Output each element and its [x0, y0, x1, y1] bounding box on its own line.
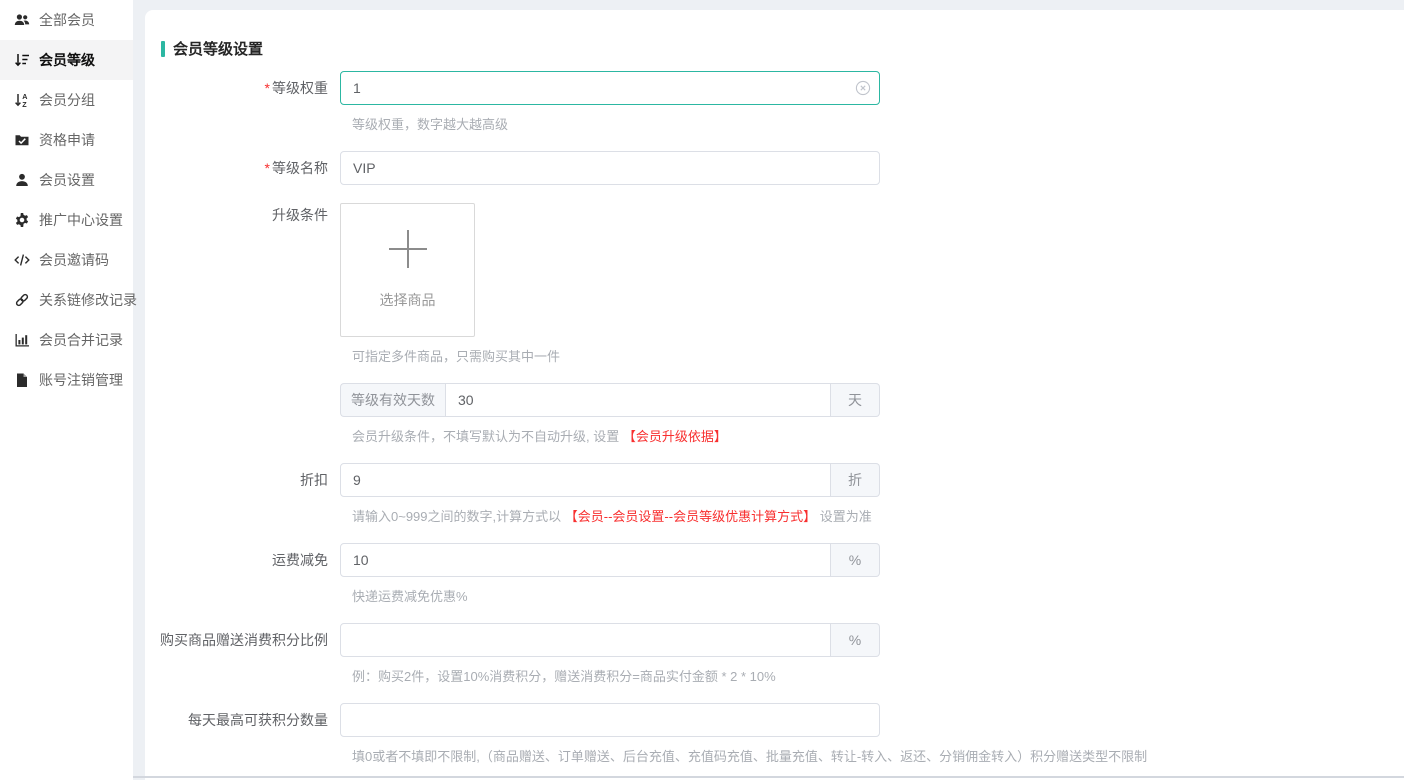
level-weight-input[interactable] [340, 71, 880, 105]
points-ratio-label: 购买商品赠送消费积分比例 [145, 623, 340, 657]
select-product-picker[interactable]: 选择商品 [340, 203, 475, 337]
points-daily-max-help: 填0或者不填即不限制,（商品赠送、订单赠送、后台充值、充值码充值、批量充值、转让… [352, 749, 1404, 765]
points-ratio-input[interactable] [340, 623, 831, 657]
sidebar-item-label: 会员邀请码 [39, 250, 109, 270]
sidebar-item-relationship-chain-records[interactable]: 关系链修改记录 [0, 280, 133, 320]
upgrade-basis-link[interactable]: 【会员升级依据】 [623, 429, 727, 444]
level-weight-label: *等级权重 [145, 71, 340, 105]
page-title: 会员等级设置 [173, 38, 263, 59]
sidebar-item-label: 会员设置 [39, 170, 95, 190]
points-ratio-unit: % [831, 623, 880, 657]
select-product-label: 选择商品 [380, 290, 436, 310]
approval-icon [14, 132, 30, 148]
points-daily-max-input[interactable] [340, 703, 880, 737]
sidebar-item-label: 关系链修改记录 [39, 290, 137, 310]
sidebar-item-label: 会员合并记录 [39, 330, 123, 350]
link-icon [14, 292, 30, 308]
shipping-discount-unit: % [831, 543, 880, 577]
shipping-discount-help: 快递运费减免优惠% [352, 589, 1404, 605]
valid-days-input[interactable] [445, 383, 831, 417]
discount-help: 请输入0~999之间的数字,计算方式以 【会员--会员设置--会员等级优惠计算方… [352, 509, 1404, 525]
sidebar-item-label: 会员分组 [39, 90, 95, 110]
discount-label: 折扣 [145, 463, 340, 497]
shipping-discount-label: 运费减免 [145, 543, 340, 577]
level-name-label: *等级名称 [145, 151, 340, 185]
plus-icon [389, 230, 427, 268]
valid-days-prepend: 等级有效天数 [340, 383, 445, 417]
sort-amount-icon [14, 52, 30, 68]
sidebar-item-label: 账号注销管理 [39, 370, 123, 390]
sidebar-item-member-settings[interactable]: 会员设置 [0, 160, 133, 200]
points-ratio-help: 例：购买2件，设置10%消费积分，赠送消费积分=商品实付金额 * 2 * 10% [352, 669, 1404, 685]
sidebar-item-label: 会员等级 [39, 50, 95, 70]
sidebar-item-qualification-application[interactable]: 资格申请 [0, 120, 133, 160]
level-name-input[interactable] [340, 151, 880, 185]
code-icon [14, 252, 30, 268]
sidebar-item-label: 资格申请 [39, 130, 95, 150]
level-weight-help: 等级权重，数字越大越高级 [352, 117, 1404, 133]
discount-input[interactable] [340, 463, 831, 497]
discount-unit: 折 [831, 463, 880, 497]
sidebar-item-all-members[interactable]: 全部会员 [0, 0, 133, 40]
sort-alpha-icon: AZ [14, 92, 30, 108]
discount-calc-link[interactable]: 【会员--会员设置--会员等级优惠计算方式】 [565, 509, 816, 524]
sidebar-item-account-cancellation[interactable]: 账号注销管理 [0, 360, 133, 400]
upgrade-condition-help: 可指定多件商品，只需购买其中一件 [352, 349, 1404, 365]
users-icon [14, 12, 30, 28]
valid-days-help: 会员升级条件，不填写默认为不自动升级, 设置 【会员升级依据】 [352, 429, 1404, 445]
sidebar: 全部会员 会员等级 AZ 会员分组 资格申请 会员设置 推广中心设置 [0, 0, 133, 780]
sidebar-item-member-merge-records[interactable]: 会员合并记录 [0, 320, 133, 360]
required-mark: * [265, 80, 270, 96]
bar-chart-icon [14, 332, 30, 348]
points-daily-max-label: 每天最高可获积分数量 [145, 703, 340, 737]
member-level-settings-panel: 会员等级设置 *等级权重 等级权重，数字越大越高级 *等级名称 升级条件 选择商… [145, 10, 1404, 780]
valid-days-unit: 天 [831, 383, 880, 417]
title-accent-bar [161, 41, 165, 57]
shipping-discount-input[interactable] [340, 543, 831, 577]
sidebar-item-label: 全部会员 [39, 10, 95, 30]
bottom-divider [133, 776, 1404, 778]
sidebar-item-member-groups[interactable]: AZ 会员分组 [0, 80, 133, 120]
required-mark: * [265, 160, 270, 176]
sidebar-item-member-invite-code[interactable]: 会员邀请码 [0, 240, 133, 280]
user-icon [14, 172, 30, 188]
sidebar-item-member-level[interactable]: 会员等级 [0, 40, 133, 80]
gear-icon [14, 212, 30, 228]
clear-icon[interactable] [855, 80, 871, 96]
svg-text:Z: Z [22, 100, 27, 108]
sidebar-item-promotion-center-settings[interactable]: 推广中心设置 [0, 200, 133, 240]
file-copy-icon [14, 372, 30, 388]
section-title: 会员等级设置 [161, 38, 1404, 59]
upgrade-condition-label: 升级条件 [145, 203, 340, 225]
sidebar-item-label: 推广中心设置 [39, 210, 123, 230]
